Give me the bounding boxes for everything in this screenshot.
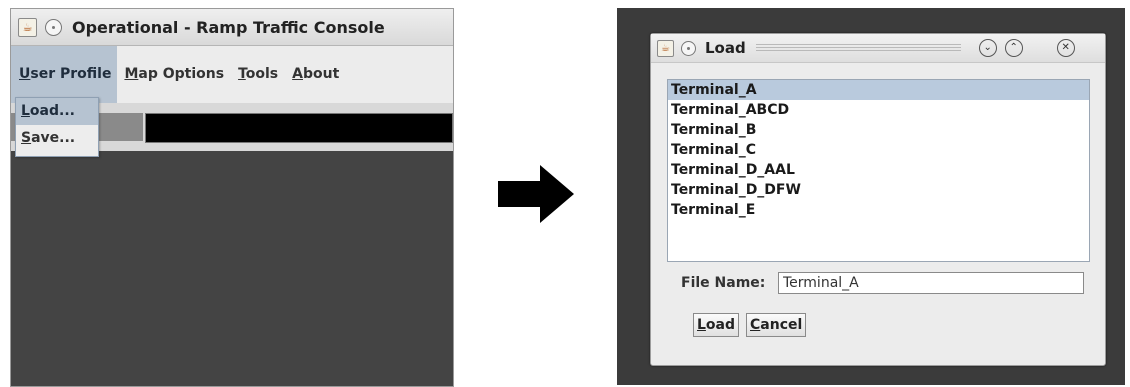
file-name-field[interactable] [778,272,1084,294]
list-item[interactable]: Terminal_D_AAL [668,160,1089,180]
list-item[interactable]: Terminal_C [668,140,1089,160]
close-icon[interactable]: ✕ [1056,39,1075,57]
window-menu-icon[interactable] [45,18,62,36]
load-dialog: ☕ Load ⌄ ⌃ ✕ Terminal_A Terminal_ABCD Te… [650,33,1106,366]
list-item[interactable]: Terminal_B [668,120,1089,140]
main-titlebar: ☕ Operational - Ramp Traffic Console [11,9,453,46]
java-icon[interactable]: ☕ [18,17,37,37]
file-name-label: File Name: [681,275,766,291]
list-item[interactable]: Terminal_D_DFW [668,180,1089,200]
java-icon[interactable]: ☕ [657,39,674,57]
menu-map-options[interactable]: Map Options [117,46,231,103]
load-button[interactable]: Load [693,313,740,337]
arrow-right-icon [498,165,574,223]
menu-tools[interactable]: Tools [231,46,285,103]
user-profile-dropdown: Load... Save... [15,97,99,157]
black-display-field [145,113,453,143]
main-console-window: ☕ Operational - Ramp Traffic Console Use… [10,8,454,387]
window-title: Operational - Ramp Traffic Console [72,17,385,37]
list-item[interactable]: Terminal_E [668,200,1089,220]
dialog-titlebar: ☕ Load ⌄ ⌃ ✕ [651,34,1105,63]
list-item[interactable]: Terminal_A [668,80,1089,100]
menu-item-save[interactable]: Save... [16,125,98,152]
list-item[interactable]: Terminal_ABCD [668,100,1089,120]
chevron-up-icon[interactable]: ⌃ [1004,39,1023,57]
menu-about[interactable]: About [285,46,346,103]
cancel-button[interactable]: Cancel [746,313,807,337]
titlebar-grip [755,43,961,53]
menu-item-load[interactable]: Load... [16,98,98,125]
dialog-title: Load [705,39,746,57]
menu-user-profile[interactable]: User Profile [11,46,118,103]
file-list[interactable]: Terminal_A Terminal_ABCD Terminal_B Term… [667,79,1090,262]
chevron-down-icon[interactable]: ⌄ [978,39,997,57]
window-menu-icon[interactable] [681,40,696,56]
menu-bar: User Profile Map Options Tools About [11,46,453,103]
